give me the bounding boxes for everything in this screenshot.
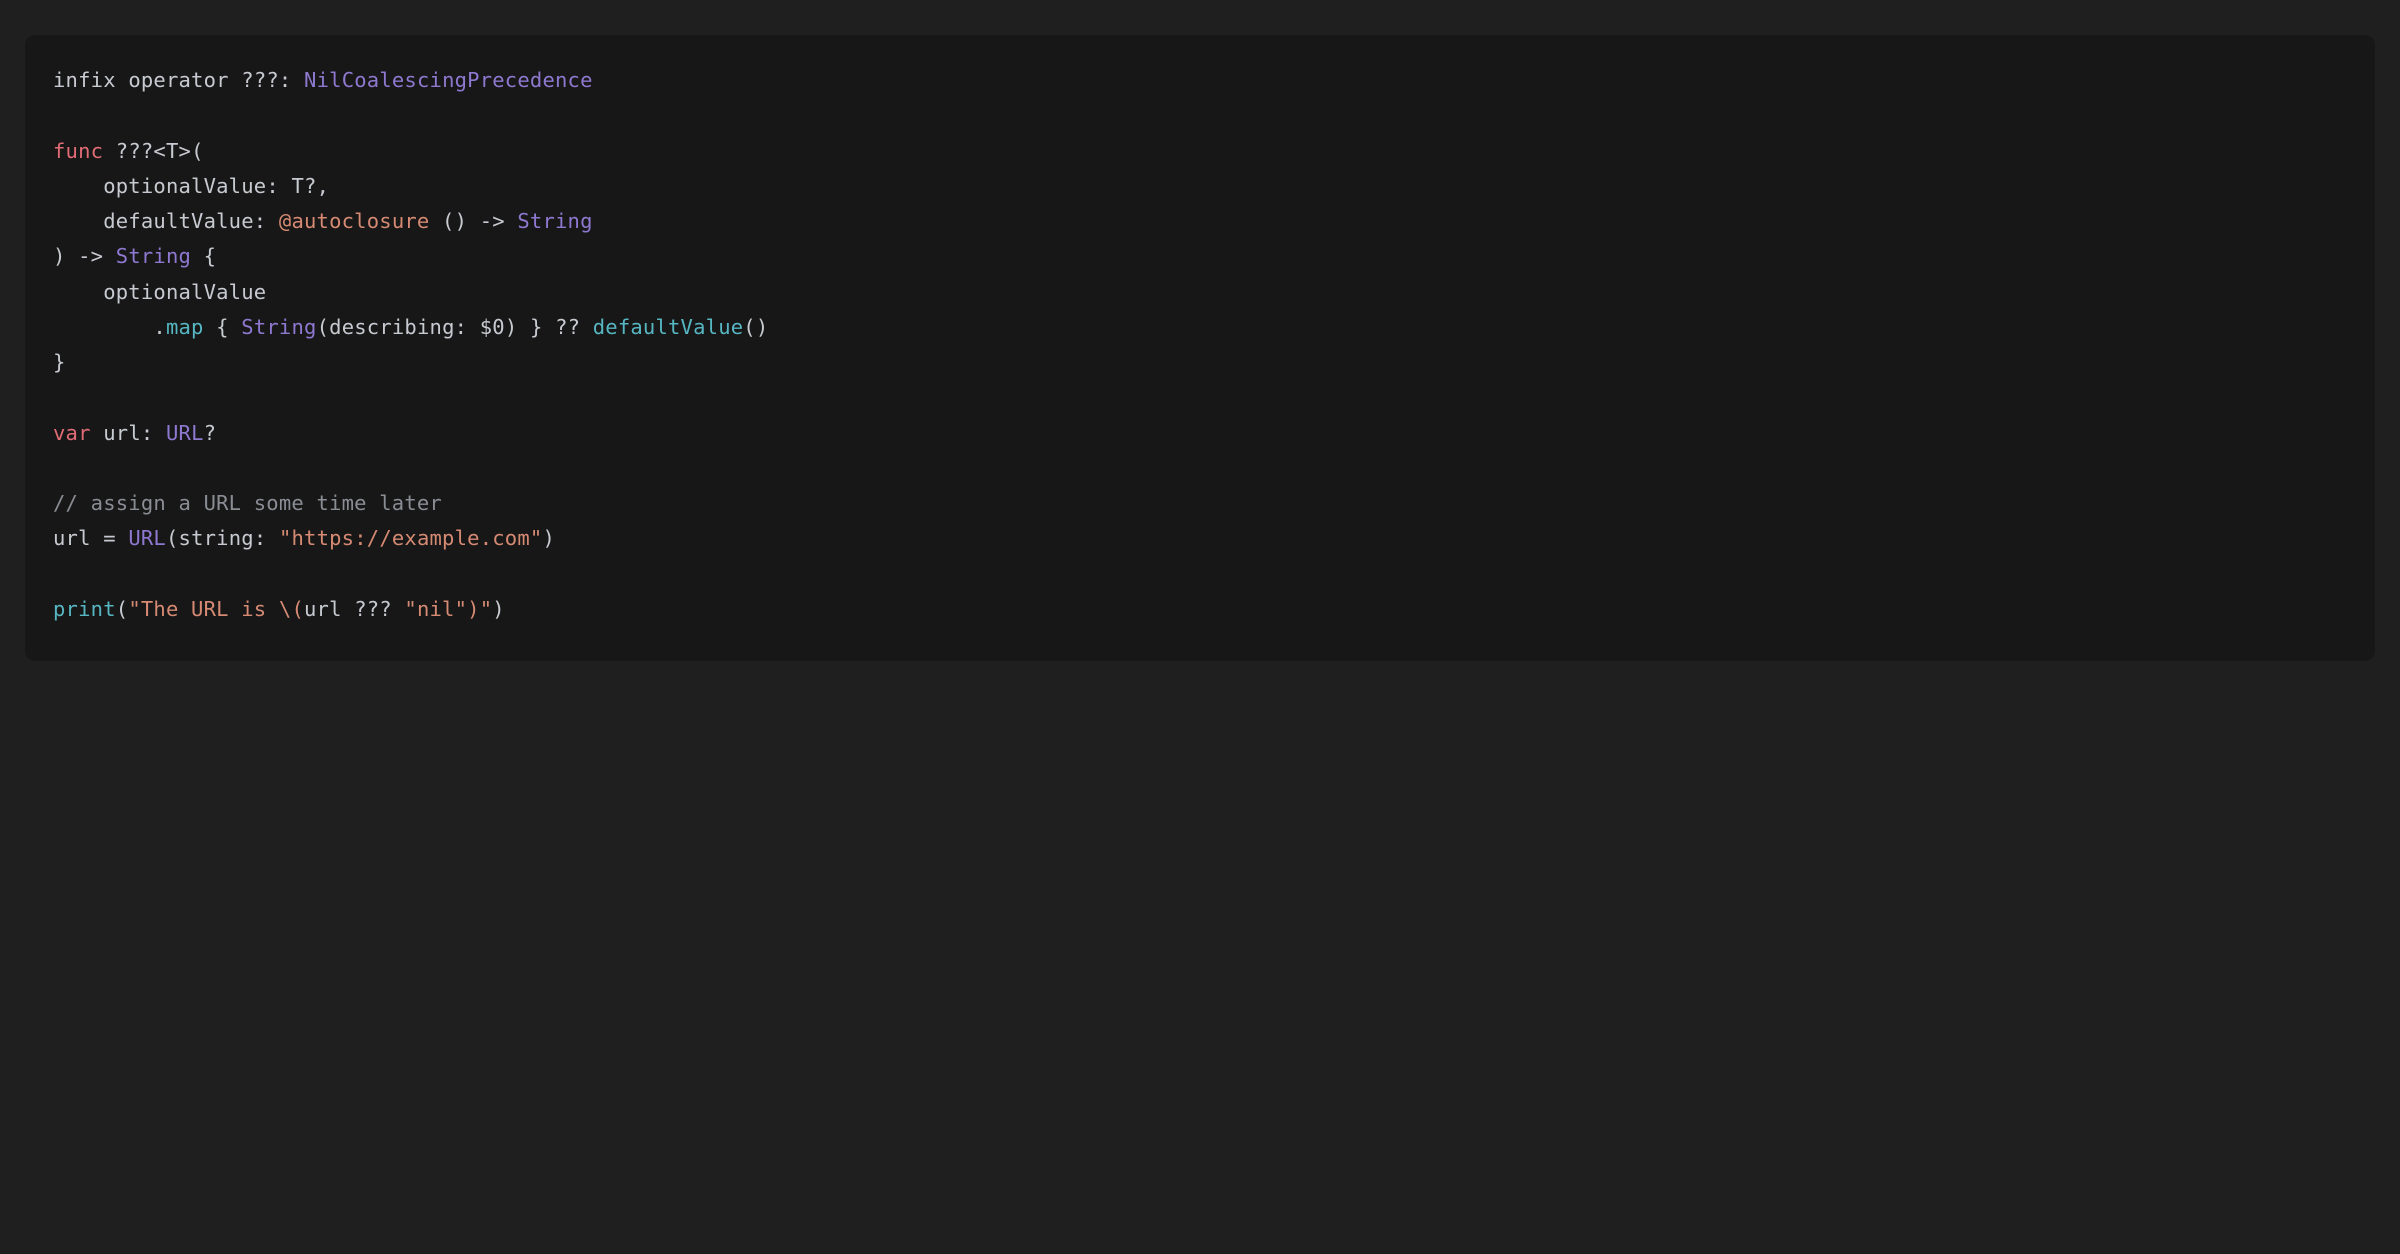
token-param: optionalValue [103, 174, 266, 198]
token-indent [53, 209, 103, 233]
token-keyword: operator [128, 68, 228, 92]
token-colon: : [455, 315, 480, 339]
token-brace: } [517, 315, 542, 339]
code-line: optionalValue [53, 275, 2347, 310]
token-keyword-var: var [53, 421, 91, 445]
token-paren: ( [191, 139, 204, 163]
token-label: string [179, 526, 254, 550]
code-line: url = URL(string: "https://example.com") [53, 521, 2347, 556]
code-line-blank [53, 98, 2347, 133]
code-line: print("The URL is \(url ??? "nil")") [53, 592, 2347, 627]
token-paren: ( [317, 315, 330, 339]
code-line: var url: URL? [53, 416, 2347, 451]
token-equals: = [91, 526, 129, 550]
token-brace: } [53, 350, 66, 374]
token-type: URL [128, 526, 166, 550]
code-line: defaultValue: @autoclosure () -> String [53, 204, 2347, 239]
token-space [116, 68, 129, 92]
token-type: String [517, 209, 592, 233]
token-string: "The URL is [128, 597, 279, 621]
code-line: // assign a URL some time later [53, 486, 2347, 521]
token-paren: ) [492, 597, 505, 621]
token-dot: . [153, 315, 166, 339]
token-parens: () [743, 315, 768, 339]
token-paren: ) [505, 315, 518, 339]
token-identifier: url [53, 526, 91, 550]
token-space [429, 209, 442, 233]
token-indent [53, 280, 103, 304]
token-space [103, 139, 116, 163]
token-capture: $0 [480, 315, 505, 339]
token-call: defaultValue [593, 315, 744, 339]
token-generic: <T> [153, 139, 191, 163]
token-type: String [241, 315, 316, 339]
code-line: infix operator ???: NilCoalescingPrecede… [53, 63, 2347, 98]
token-comma: , [317, 174, 330, 198]
token-nil-coalescing: ?? [543, 315, 593, 339]
token-arrow: -> [66, 244, 116, 268]
token-indent [53, 174, 103, 198]
token-string: " [480, 597, 493, 621]
token-string: "https://example.com" [279, 526, 543, 550]
token-space [229, 68, 242, 92]
token-identifier: url [103, 421, 141, 445]
token-interpolation-open: \( [279, 597, 304, 621]
token-method: map [166, 315, 204, 339]
token-operator-name: ??? [241, 68, 279, 92]
token-brace: { [216, 315, 241, 339]
code-line-blank [53, 557, 2347, 592]
token-indent [53, 315, 153, 339]
token-paren: ) [53, 244, 66, 268]
code-line: } [53, 345, 2347, 380]
token-string-literal: "nil" [404, 597, 467, 621]
token-call: print [53, 597, 116, 621]
token-identifier: url [304, 597, 342, 621]
token-param: defaultValue [103, 209, 254, 233]
token-space [191, 244, 204, 268]
token-comment: // assign a URL some time later [53, 491, 442, 515]
token-keyword: infix [53, 68, 116, 92]
token-func-name: ??? [116, 139, 154, 163]
token-space [91, 421, 104, 445]
token-arrow: -> [467, 209, 517, 233]
token-attribute: @autoclosure [279, 209, 430, 233]
token-type: String [116, 244, 191, 268]
token-colon: : [279, 68, 292, 92]
token-colon: : [266, 174, 291, 198]
token-operator: ??? [342, 597, 405, 621]
code-line: .map { String(describing: $0) } ?? defau… [53, 310, 2347, 345]
code-line-blank [53, 380, 2347, 415]
token-optional: ? [304, 174, 317, 198]
token-type: URL [166, 421, 204, 445]
token-interpolation-close: ) [467, 597, 480, 621]
token-type: T [291, 174, 304, 198]
code-line: func ???<T>( [53, 134, 2347, 169]
token-paren: ( [166, 526, 179, 550]
token-label: describing [329, 315, 454, 339]
token-keyword-func: func [53, 139, 103, 163]
token-colon: : [254, 209, 279, 233]
code-line: ) -> String { [53, 239, 2347, 274]
code-line: optionalValue: T?, [53, 169, 2347, 204]
token-paren: ) [542, 526, 555, 550]
token-brace: { [204, 244, 217, 268]
token-space [291, 68, 304, 92]
token-space [204, 315, 217, 339]
code-block: infix operator ???: NilCoalescingPrecede… [25, 35, 2375, 661]
token-closure-params: () [442, 209, 467, 233]
token-optional: ? [204, 421, 217, 445]
token-colon: : [254, 526, 279, 550]
token-paren: ( [116, 597, 129, 621]
token-identifier: optionalValue [103, 280, 266, 304]
code-line-blank [53, 451, 2347, 486]
token-colon: : [141, 421, 166, 445]
token-type: NilCoalescingPrecedence [304, 68, 593, 92]
